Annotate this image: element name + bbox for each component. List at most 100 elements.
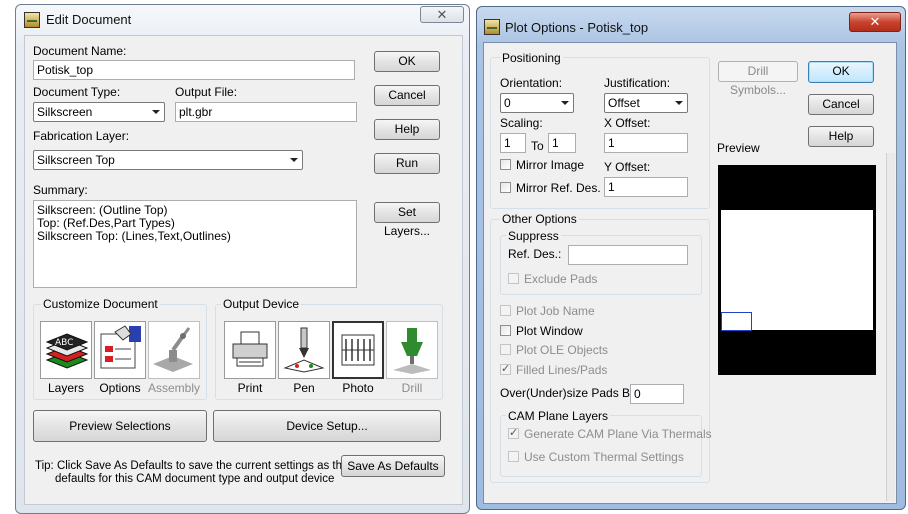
- justification-value: Offset: [608, 96, 640, 110]
- scaling-to-input[interactable]: 1: [548, 133, 576, 153]
- fabrication-layer-value: Silkscreen Top: [37, 153, 115, 167]
- plot-options-window: Plot Options - Potisk_top ✕ Positioning …: [476, 6, 906, 510]
- tip-text-line1: Tip: Click Save As Defaults to save the …: [35, 460, 349, 472]
- device-setup-button[interactable]: Device Setup...: [213, 410, 441, 442]
- summary-label: Summary:: [33, 183, 88, 197]
- cancel-button[interactable]: Cancel: [374, 85, 440, 106]
- summary-line: Silkscreen Top: (Lines,Text,Outlines): [37, 229, 231, 243]
- document-name-input[interactable]: Potisk_top: [33, 60, 355, 80]
- drill-icon: [393, 328, 431, 374]
- output-device-label: Output Device: [221, 297, 302, 311]
- layers-icon: ABC: [45, 333, 89, 369]
- orientation-label: Orientation:: [500, 76, 563, 90]
- mirror-ref-des-label: Mirror Ref. Des.: [516, 181, 601, 195]
- layers-tile[interactable]: ABC: [40, 321, 92, 379]
- photo-caption: Photo: [342, 381, 374, 395]
- y-offset-input[interactable]: 1: [604, 177, 688, 197]
- scaling-to-label: To: [531, 139, 544, 153]
- orientation-select[interactable]: 0: [500, 93, 574, 113]
- suppress-group: [500, 235, 702, 295]
- pen-device-tile[interactable]: [278, 321, 330, 379]
- ok-button[interactable]: OK: [374, 51, 440, 72]
- justification-label: Justification:: [604, 76, 671, 90]
- preview-label: Preview: [717, 141, 760, 155]
- checkbox-box: [500, 344, 511, 355]
- help-button[interactable]: Help: [374, 119, 440, 140]
- fabrication-layer-label: Fabrication Layer:: [33, 129, 130, 143]
- document-type-select[interactable]: Silkscreen: [33, 102, 165, 122]
- customize-document-label: Customize Document: [41, 297, 160, 311]
- checkbox-box: [508, 451, 519, 462]
- preview-selections-button[interactable]: Preview Selections: [33, 410, 207, 442]
- x-offset-label: X Offset:: [604, 116, 651, 130]
- ref-des-label: Ref. Des.:: [508, 247, 562, 261]
- ok-button[interactable]: OK: [808, 61, 874, 83]
- chevron-down-icon: [675, 101, 683, 105]
- suppress-label: Suppress: [506, 229, 561, 243]
- close-icon: ✕: [436, 7, 448, 22]
- plot-options-titlebar[interactable]: Plot Options - Potisk_top ✕: [477, 7, 905, 37]
- pen-plotter-icon: [283, 327, 325, 373]
- ref-des-input[interactable]: [568, 245, 688, 265]
- cancel-button[interactable]: Cancel: [808, 94, 874, 115]
- edit-document-client: Document Name: Potisk_top Document Type:…: [24, 35, 463, 505]
- chevron-down-icon: [152, 110, 160, 114]
- chevron-down-icon: [561, 101, 569, 105]
- assembly-icon: [153, 327, 193, 372]
- drill-caption: Drill: [401, 381, 423, 395]
- assembly-tile[interactable]: [148, 321, 200, 379]
- run-button[interactable]: Run: [374, 153, 440, 174]
- mirror-image-label: Mirror Image: [516, 158, 585, 172]
- use-custom-thermal-label: Use Custom Thermal Settings: [524, 450, 684, 464]
- checkbox-box-checked: [500, 362, 511, 375]
- checkbox-box: [500, 305, 511, 316]
- printer-icon: [232, 331, 268, 367]
- document-type-value: Silkscreen: [37, 105, 93, 119]
- pen-caption: Pen: [293, 381, 315, 395]
- scaling-from-input[interactable]: 1: [500, 133, 526, 153]
- checkbox-box-checked: [508, 426, 519, 439]
- y-offset-label: Y Offset:: [604, 160, 651, 174]
- close-icon: ✕: [869, 14, 881, 29]
- plot-ole-objects-label: Plot OLE Objects: [516, 343, 609, 357]
- window-scrollbar[interactable]: [886, 153, 895, 501]
- preview-plot-outline: [721, 312, 752, 331]
- cam-plane-layers-label: CAM Plane Layers: [506, 409, 611, 423]
- options-tile[interactable]: [94, 321, 146, 379]
- edit-document-window: Edit Document ✕ Document Name: Potisk_to…: [15, 4, 470, 514]
- edit-document-title: Edit Document: [46, 12, 132, 27]
- save-as-defaults-button[interactable]: Save As Defaults: [341, 455, 445, 477]
- drill-symbols-button[interactable]: Drill Symbols...: [718, 61, 798, 97]
- oversize-pads-input[interactable]: 0: [630, 384, 684, 404]
- fabrication-layer-select[interactable]: Silkscreen Top: [33, 150, 303, 170]
- checkbox-box: [500, 325, 511, 336]
- print-caption: Print: [237, 381, 263, 395]
- orientation-value: 0: [504, 96, 511, 110]
- tip-text-line2: defaults for this CAM document type and …: [55, 473, 335, 485]
- generate-cam-plane-label: Generate CAM Plane Via Thermals: [524, 427, 712, 441]
- summary-textarea[interactable]: Silkscreen: (Outline Top) Top: (Ref.Des,…: [33, 200, 357, 288]
- svg-text:ABC: ABC: [55, 338, 73, 348]
- photo-device-tile[interactable]: [332, 321, 384, 379]
- x-offset-input[interactable]: 1: [604, 133, 688, 153]
- print-device-tile[interactable]: [224, 321, 276, 379]
- drill-device-tile[interactable]: [386, 321, 438, 379]
- set-layers-button[interactable]: Set Layers...: [374, 202, 440, 238]
- positioning-label: Positioning: [500, 51, 563, 65]
- other-options-label: Other Options: [500, 212, 579, 226]
- assembly-caption: Assembly: [147, 381, 200, 395]
- plot-window-label: Plot Window: [516, 324, 583, 338]
- checkbox-box: [508, 273, 519, 284]
- help-button[interactable]: Help: [808, 126, 874, 147]
- plot-job-name-label: Plot Job Name: [516, 304, 595, 318]
- plot-options-close-button[interactable]: ✕: [849, 12, 901, 32]
- edit-document-close-button[interactable]: ✕: [420, 6, 464, 23]
- options-icon: [100, 325, 141, 369]
- edit-document-titlebar[interactable]: Edit Document ✕: [16, 5, 469, 35]
- chevron-down-icon: [290, 158, 298, 162]
- output-file-input[interactable]: plt.gbr: [175, 102, 357, 122]
- justification-select[interactable]: Offset: [604, 93, 688, 113]
- oversize-pads-label: Over(Under)size Pads By:: [500, 386, 640, 400]
- plot-options-title: Plot Options - Potisk_top: [505, 20, 649, 35]
- layers-caption: Layers: [47, 381, 85, 395]
